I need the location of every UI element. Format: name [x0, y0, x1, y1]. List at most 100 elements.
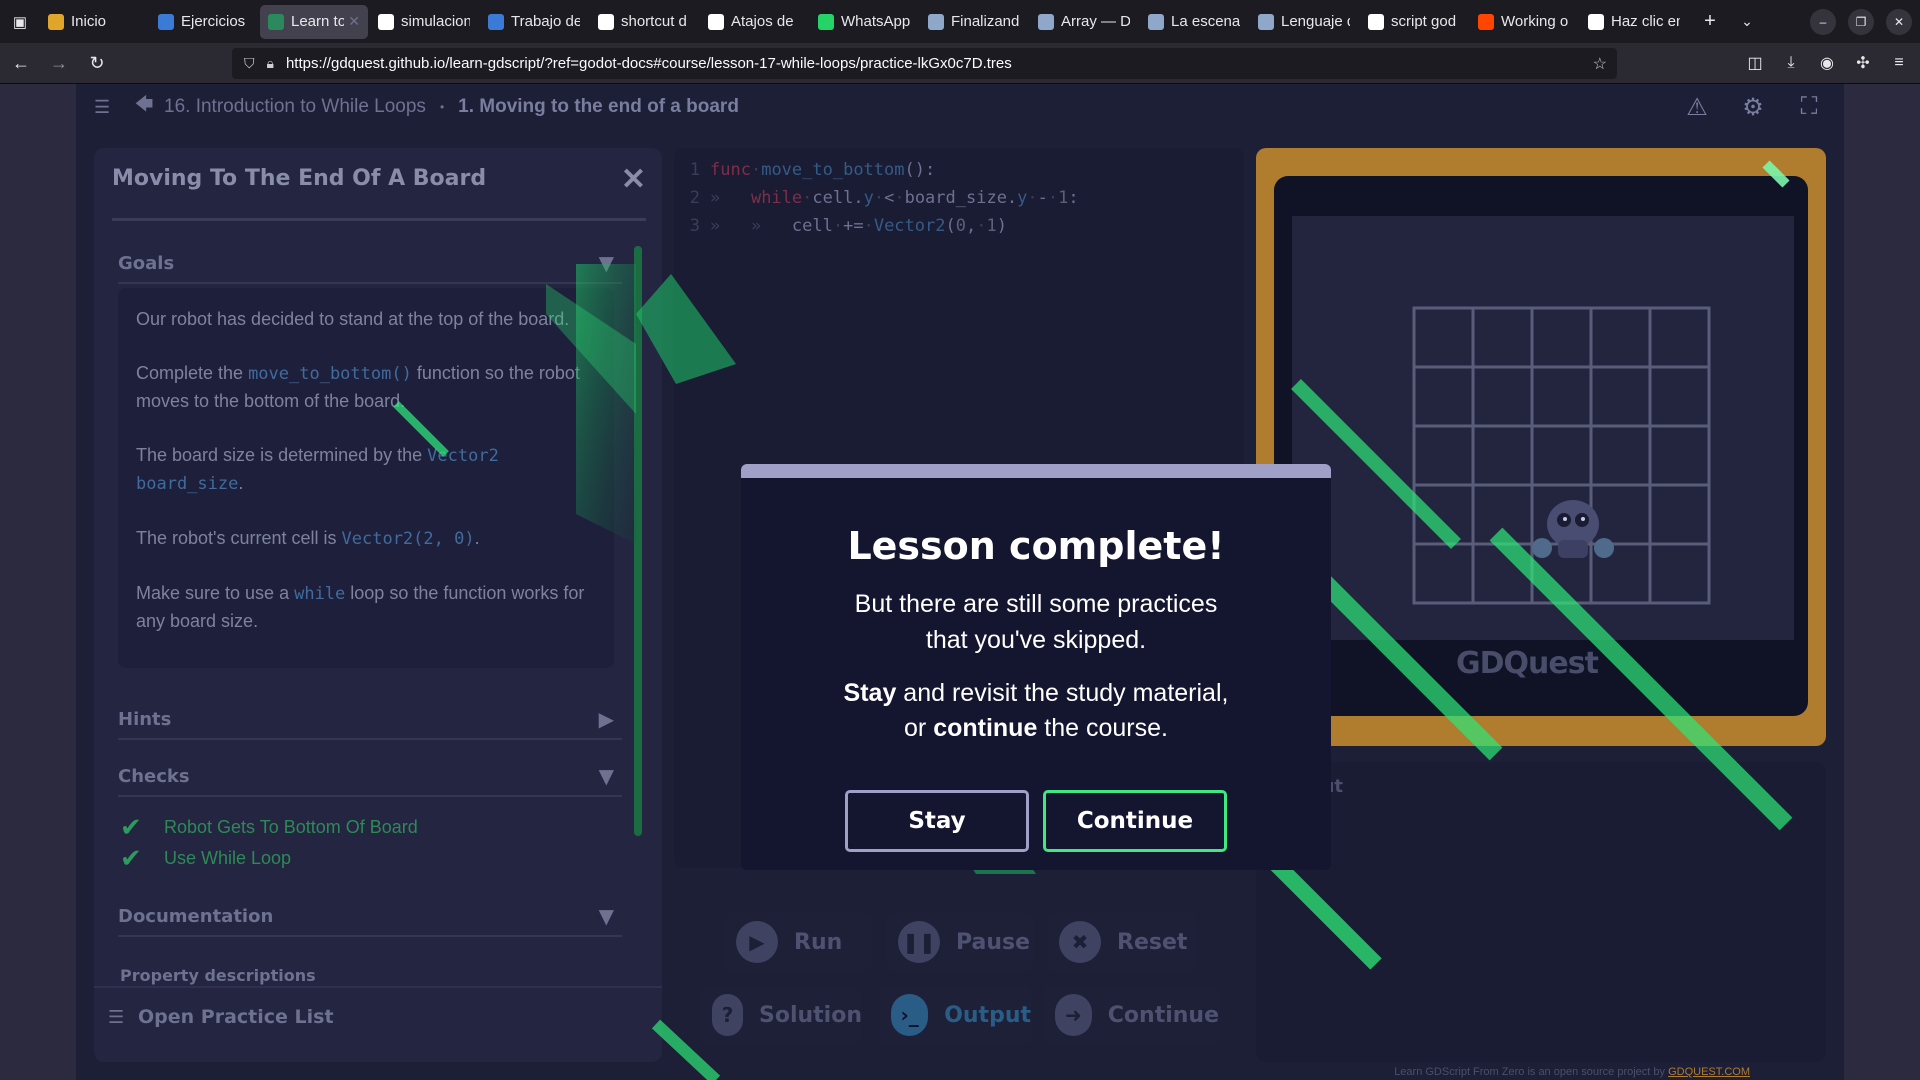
checks-header[interactable]: Checks ▼: [118, 757, 622, 797]
menu-icon[interactable]: ≡: [1888, 50, 1910, 76]
account-icon[interactable]: ◉: [1816, 50, 1838, 76]
favicon-icon: [598, 13, 614, 30]
output-panel: Output: [1256, 762, 1826, 1062]
output-button[interactable]: ›_ Output: [879, 986, 1031, 1044]
code-token: ·: [976, 216, 987, 236]
board-cell: [1471, 424, 1534, 487]
browser-tab[interactable]: shortcut d: [590, 5, 698, 39]
url-text[interactable]: https://gdquest.github.io/learn-gdscript…: [286, 55, 1012, 72]
close-icon[interactable]: ✕: [621, 162, 646, 197]
reload-icon[interactable]: ↻: [80, 46, 114, 80]
code-line[interactable]: 2» while · cell. y · < · board_size. y · - · 1:: [674, 184, 1079, 212]
tab-label: Learn to: [291, 13, 345, 30]
code-token: ·: [873, 188, 885, 208]
browser-tab[interactable]: script god: [1360, 5, 1468, 39]
favicon-icon: [48, 13, 64, 30]
gear-icon[interactable]: ⚙: [1738, 92, 1768, 122]
url-bar[interactable]: ⛉ 🔒︎ https://gdquest.github.io/learn-gds…: [232, 48, 1617, 79]
browser-tab[interactable]: La escena: [1140, 5, 1248, 39]
new-tab-icon[interactable]: +: [1690, 10, 1730, 33]
goal-paragraph: The robot's current cell is Vector2(2, 0…: [136, 528, 480, 549]
code-token: :: [1068, 188, 1079, 208]
favicon-icon: [1038, 13, 1054, 30]
browser-tab[interactable]: Inicio: [40, 5, 148, 39]
list-icon[interactable]: ☰: [94, 97, 124, 118]
shield-icon[interactable]: ⛉: [244, 55, 255, 72]
code-token: while: [750, 188, 803, 208]
browser-tab[interactable]: Ejercicios: [150, 5, 258, 39]
practice-title: Moving To The End Of A Board: [112, 166, 487, 191]
hints-header[interactable]: Hints ▶: [118, 700, 622, 740]
board-cell: [1471, 365, 1534, 428]
warning-icon[interactable]: ⚠: [1682, 92, 1712, 122]
browser-tab[interactable]: Trabajo de: [480, 5, 588, 39]
favicon-icon: [818, 13, 834, 30]
stay-button[interactable]: Stay: [845, 790, 1029, 852]
close-window-icon[interactable]: ✕: [1886, 9, 1912, 35]
robot-sprite: [1532, 500, 1614, 558]
tab-label: Array — D: [1061, 13, 1130, 30]
favicon-icon: [1368, 13, 1384, 30]
scrollbar-thumb[interactable]: [634, 246, 642, 836]
browser-tab[interactable]: Finalizand: [920, 5, 1028, 39]
code-token: cell: [791, 216, 833, 236]
gdquest-link[interactable]: GDQUEST.COM: [1668, 1066, 1750, 1078]
goals-header[interactable]: Goals ▼: [118, 244, 622, 284]
extensions-icon[interactable]: ✣: [1852, 50, 1874, 76]
breadcrumb-lesson[interactable]: 16. Introduction to While Loops: [164, 96, 426, 118]
code-token: board_size.: [904, 188, 1018, 208]
browser-tab[interactable]: Learn to ✕: [260, 4, 368, 39]
divider: [112, 218, 646, 221]
browser-tab[interactable]: Atajos de: [700, 5, 808, 39]
reset-x-icon: ✖: [1059, 921, 1101, 963]
browser-tab[interactable]: Array — D: [1030, 5, 1138, 39]
favicon-icon: [928, 13, 944, 30]
bookmark-star-icon[interactable]: ☆: [1593, 54, 1607, 74]
forward-icon[interactable]: →: [42, 46, 76, 80]
code-token: ·: [863, 216, 874, 236]
chevron-down-icon[interactable]: ⌄: [1730, 13, 1764, 30]
check-item: ✔ Use While Loop: [120, 843, 291, 874]
tab-label: script god: [1391, 13, 1457, 30]
pocket-icon[interactable]: ◫: [1744, 50, 1766, 76]
restore-icon[interactable]: ❐: [1848, 9, 1874, 35]
checkmark-icon: ✔: [120, 812, 142, 842]
browser-tab[interactable]: Working o: [1470, 5, 1578, 39]
board-cell: [1530, 306, 1593, 369]
back-arrow-icon[interactable]: 🡄: [124, 92, 164, 122]
tab-label: Ejercicios: [181, 13, 246, 30]
fullscreen-icon[interactable]: ⛶: [1794, 92, 1824, 122]
browser-tab[interactable]: simulacion: [370, 5, 478, 39]
continue-button[interactable]: ➜ Continue: [1043, 986, 1219, 1044]
board-cell: [1412, 365, 1475, 428]
modal-continue-button[interactable]: Continue: [1043, 790, 1227, 852]
documentation-header[interactable]: Documentation ▼: [118, 897, 622, 937]
tab-overview-icon[interactable]: ▣: [0, 0, 40, 43]
code-line[interactable]: 1 func · move_to_bottom ():: [674, 156, 935, 184]
code-token: ·: [1027, 188, 1038, 208]
code-token: move_to_bottom: [761, 160, 905, 180]
code-line[interactable]: 3» » cell · += · Vector2(0, · 1): [674, 212, 1007, 240]
breadcrumb-current: 1. Moving to the end of a board: [458, 96, 739, 117]
code-token: -: [1037, 188, 1048, 208]
reset-button[interactable]: ✖ Reset: [1047, 913, 1197, 971]
code-token: y: [863, 188, 874, 208]
download-icon[interactable]: ⤓: [1780, 50, 1802, 76]
browser-tab[interactable]: WhatsApp: [810, 5, 918, 39]
solution-button[interactable]: ? Solution: [700, 986, 862, 1044]
open-practice-list-button[interactable]: ☰ Open Practice List: [94, 986, 662, 1046]
run-button[interactable]: ▶ Run: [724, 913, 872, 971]
back-icon[interactable]: ←: [4, 46, 38, 80]
inline-code: while: [294, 584, 346, 604]
lock-icon[interactable]: 🔒︎: [267, 55, 274, 72]
tab-label: Inicio: [71, 13, 107, 30]
close-tab-icon[interactable]: ✕: [348, 13, 360, 30]
favicon-icon: [268, 13, 284, 30]
browser-tab[interactable]: Lenguaje d: [1250, 5, 1358, 39]
board-cell: [1648, 306, 1711, 369]
browser-tab[interactable]: Haz clic en: [1580, 5, 1688, 39]
scrollbar[interactable]: [634, 246, 642, 836]
pause-button[interactable]: ❚❚ Pause: [886, 913, 1034, 971]
code-token: ():: [904, 160, 936, 180]
minimize-icon[interactable]: –: [1810, 9, 1836, 35]
